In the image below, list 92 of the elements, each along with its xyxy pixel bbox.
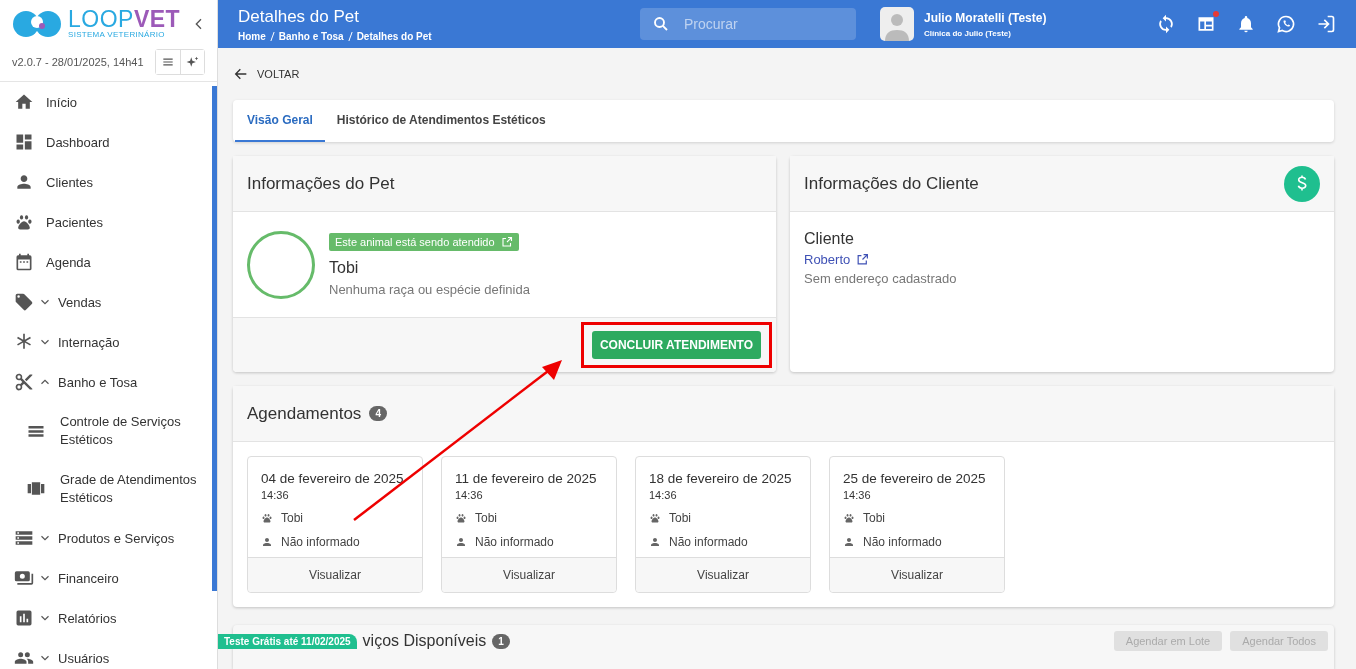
calendar-icon: [14, 252, 34, 272]
appointment-time: 14:36: [261, 489, 290, 501]
paw-icon: [455, 512, 467, 524]
menu-icon: [161, 55, 175, 69]
back-link[interactable]: VOLTAR: [233, 48, 300, 100]
bar-chart-icon: [14, 608, 34, 628]
staff-name: Não informado: [669, 535, 748, 549]
pet-name: Tobi: [669, 511, 691, 525]
view-button[interactable]: Visualizar: [636, 557, 810, 592]
storage-icon: [14, 528, 34, 548]
paw-icon: [14, 212, 34, 232]
external-link-icon: [856, 253, 870, 266]
client-address: Sem endereço cadastrado: [804, 271, 958, 286]
section-title: viços Disponíveis: [362, 632, 487, 650]
person-icon: [261, 536, 273, 548]
sidebar-item[interactable]: Agenda: [0, 242, 211, 282]
sidebar-subitem[interactable]: Grade de Atendimentos Estéticos: [0, 460, 211, 518]
view-button[interactable]: Visualizar: [830, 557, 1004, 592]
sidebar-item[interactable]: Início: [0, 82, 211, 122]
appointment-time: 14:36: [843, 489, 872, 501]
appointment-date: 18 de fevereiro de 2025: [649, 471, 793, 486]
paw-icon: [843, 512, 855, 524]
person-icon: [455, 536, 467, 548]
pet-name: Tobi: [329, 258, 359, 277]
search-icon: [652, 15, 670, 33]
person-icon: [843, 536, 855, 548]
sidebar-item[interactable]: Financeiro: [0, 558, 211, 598]
arrow-left-icon: [233, 66, 249, 82]
pet-name: Tobi: [475, 511, 497, 525]
count-badge: 1: [492, 633, 510, 649]
home-icon: [14, 92, 34, 112]
bell-icon[interactable]: [1236, 14, 1256, 34]
card-title: Informações do Cliente: [804, 173, 979, 194]
card-title: Informações do Pet: [247, 173, 395, 194]
breadcrumb-link[interactable]: Banho e Tosa: [278, 30, 344, 42]
client-link[interactable]: Roberto: [804, 252, 1320, 267]
appointment-time: 14:36: [649, 489, 678, 501]
external-link-icon: [500, 235, 513, 248]
view-button[interactable]: Visualizar: [248, 557, 422, 592]
trial-badge: Teste Grátis até 11/02/2025: [218, 633, 357, 649]
user-name: Julio Moratelli (Teste): [924, 10, 1047, 25]
view-button[interactable]: Visualizar: [442, 557, 616, 592]
sidebar-item[interactable]: Usuários: [0, 638, 211, 669]
clinic-name: Clínica do Julio (Teste): [924, 28, 1012, 38]
pet-name: Tobi: [863, 511, 885, 525]
sidebar-item[interactable]: Dashboard: [0, 122, 211, 162]
person-icon: [649, 536, 661, 548]
paw-icon: [261, 512, 273, 524]
brand-name: LOOPVET: [68, 8, 182, 30]
sidebar-subitem[interactable]: Controle de Serviços Estéticos: [0, 402, 211, 460]
money-icon: [14, 568, 34, 588]
sidebar-item[interactable]: Vendas: [0, 282, 211, 322]
sidebar-item[interactable]: Banho e Tosa: [0, 362, 211, 402]
logout-icon[interactable]: [1316, 14, 1336, 34]
tag-icon: [14, 292, 34, 312]
staff-name: Não informado: [863, 535, 942, 549]
brand-tagline: SISTEMA VETERINÁRIO: [68, 30, 166, 39]
pet-species: Nenhuma raça ou espécie definida: [329, 281, 530, 297]
pet-avatar: [247, 230, 315, 299]
dollar-button[interactable]: [1284, 165, 1320, 202]
sparkle-icon: [185, 55, 200, 69]
paw-icon: [649, 512, 661, 524]
sidebar-item[interactable]: Relatórios: [0, 598, 211, 638]
section-title: Agendamentos: [247, 403, 362, 424]
asterisk-icon: [14, 332, 34, 352]
sync-icon[interactable]: [1156, 14, 1176, 34]
tab[interactable]: Histórico de Atendimentos Estéticos: [324, 100, 558, 142]
pet-name: Tobi: [281, 511, 303, 525]
scissors-icon: [14, 372, 34, 392]
sidebar-item[interactable]: Pacientes: [0, 202, 211, 242]
page-title: Detalhes do Pet: [238, 6, 360, 27]
sidebar-item[interactable]: Produtos e Serviços: [0, 518, 211, 558]
staff-name: Não informado: [475, 535, 554, 549]
staff-name: Não informado: [281, 535, 360, 549]
sidebar-item[interactable]: Clientes: [0, 162, 211, 202]
version-text: v2.0.7 - 28/01/2025, 14h41: [12, 56, 144, 68]
breadcrumb-link[interactable]: Home: [238, 30, 266, 42]
appointment-time: 14:36: [455, 489, 484, 501]
logo-icon: [12, 8, 62, 39]
sidebar-item[interactable]: Internação: [0, 322, 211, 362]
appointment-date: 25 de fevereiro de 2025: [843, 471, 987, 486]
chat-bubble-icon[interactable]: [1276, 14, 1296, 34]
tab[interactable]: Visão Geral: [235, 100, 325, 142]
breadcrumb-link[interactable]: Detalhes do Pet: [356, 30, 432, 42]
appointment-date: 11 de fevereiro de 2025: [455, 471, 598, 486]
calendar-table-icon[interactable]: [1196, 14, 1216, 34]
dashboard-icon: [14, 132, 34, 152]
scrollbar[interactable]: [212, 86, 217, 591]
count-badge: 4: [369, 406, 387, 421]
appointment-date: 04 de fevereiro de 2025: [261, 471, 405, 486]
sparkle-button[interactable]: [180, 50, 204, 74]
client-label: Cliente: [804, 230, 855, 248]
